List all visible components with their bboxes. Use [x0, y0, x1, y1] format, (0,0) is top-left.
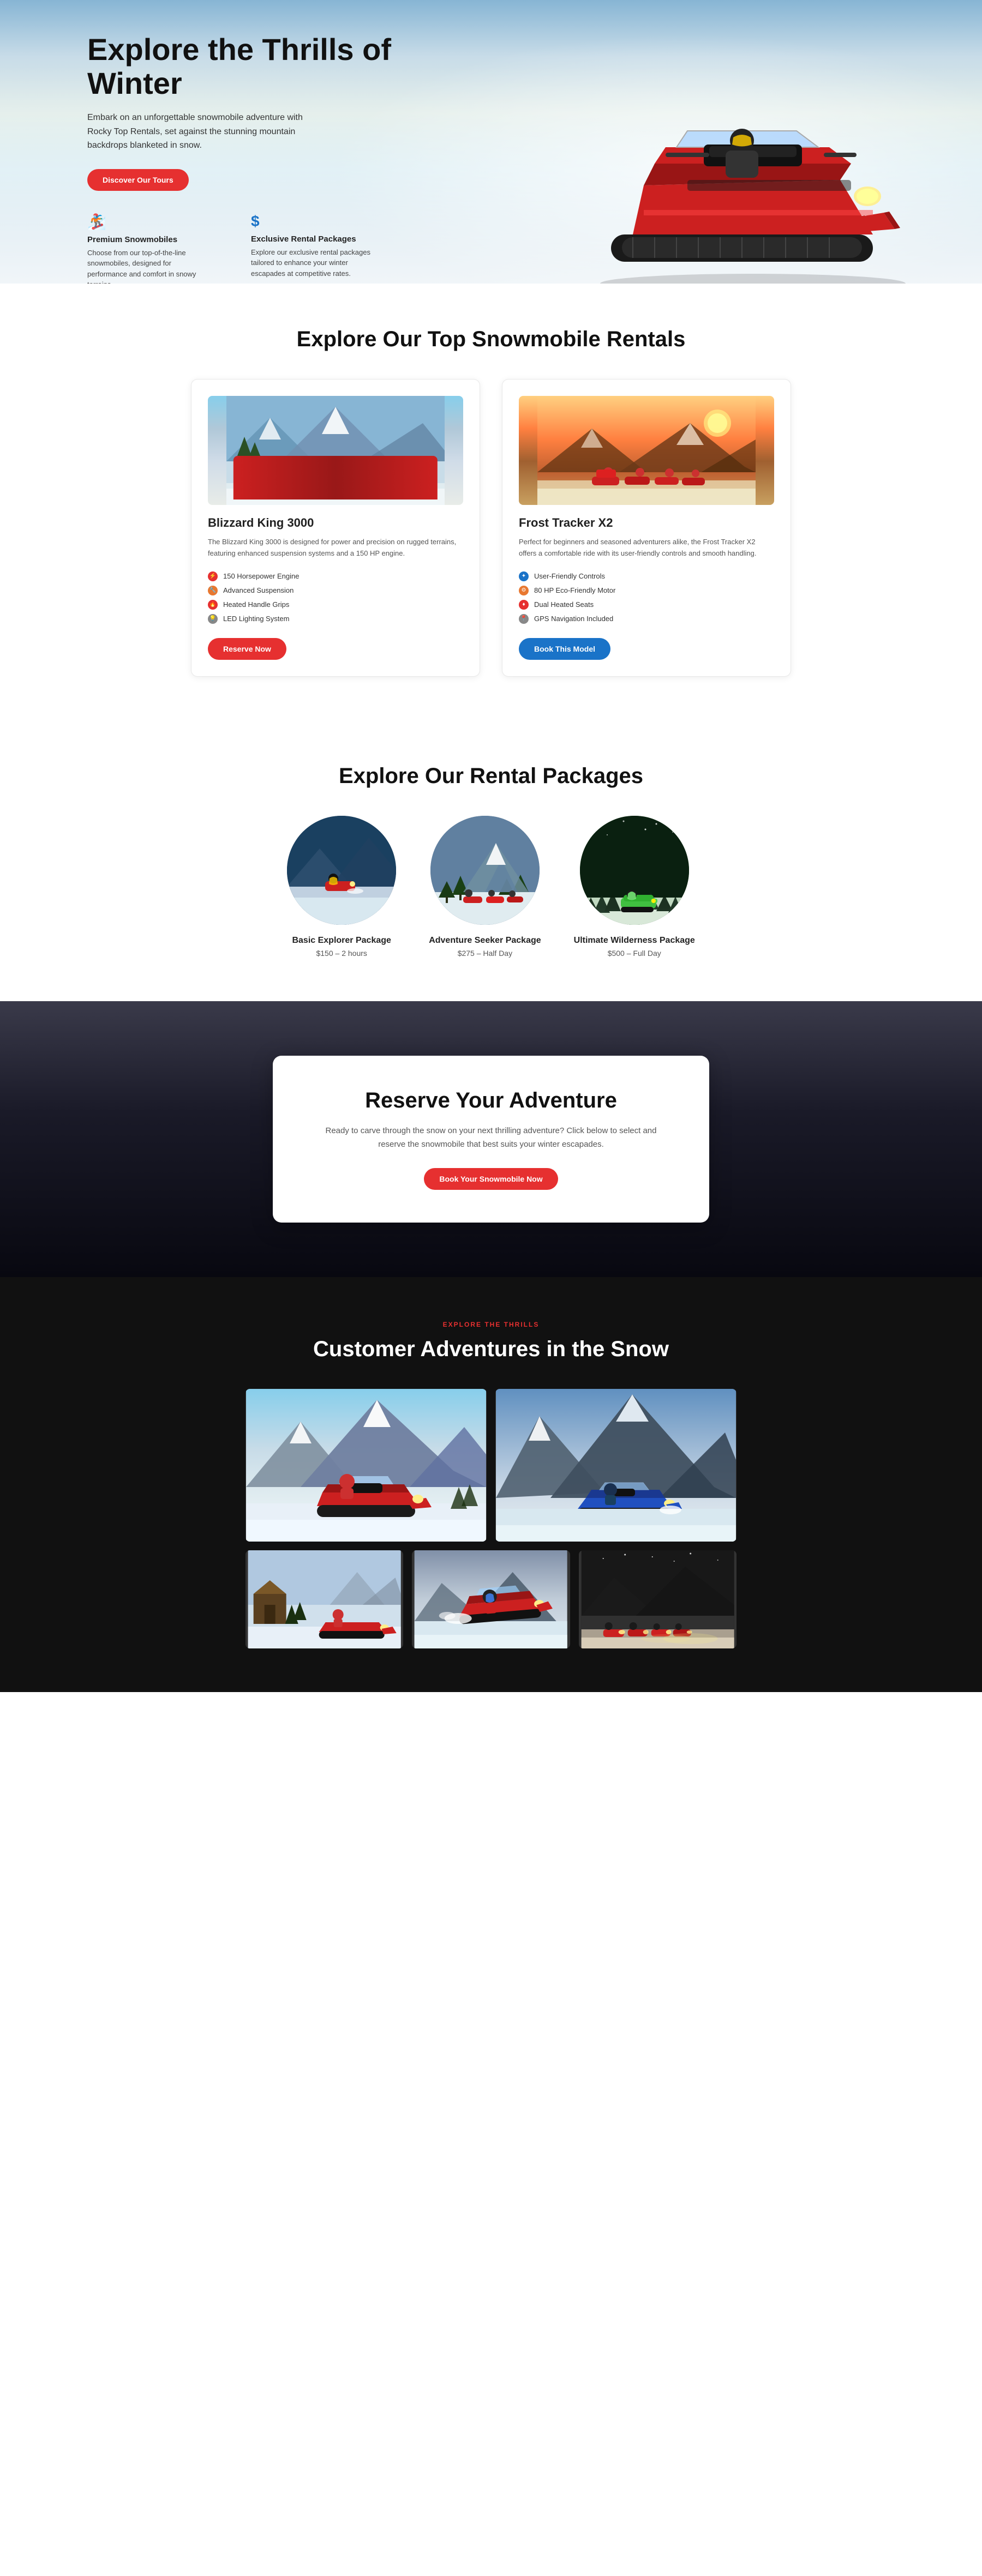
feature-grips: 🔥 Heated Handle Grips [208, 598, 463, 612]
hero-left-content: Explore the Thrills of Winter Embark on … [87, 33, 415, 284]
feature2-title: Exclusive Rental Packages [251, 234, 371, 244]
basic-package-image [287, 816, 396, 925]
adventure-image-3 [246, 1550, 403, 1648]
blizzard-king-features: ⚡ 150 Horsepower Engine 🔧 Advanced Suspe… [208, 569, 463, 626]
feature2-desc: Explore our exclusive rental packages ta… [251, 247, 371, 279]
ultimate-package-price: $500 – Full Day [574, 949, 695, 958]
adventures-section: EXPLORE THE THRILLS Customer Adventures … [0, 1277, 982, 1692]
rentals-grid: Blizzard King 3000 The Blizzard King 300… [191, 379, 791, 677]
adventures-title: Customer Adventures in the Snow [87, 1337, 895, 1362]
reserve-now-button[interactable]: Reserve Now [208, 638, 286, 660]
hero-text-block: Explore the Thrills of Winter Embark on … [87, 33, 415, 191]
feature-suspension: 🔧 Advanced Suspension [208, 583, 463, 598]
frost-tracker-title: Frost Tracker X2 [519, 516, 774, 530]
feature-led-label: LED Lighting System [223, 615, 289, 623]
feature-motor-label: 80 HP Eco-Friendly Motor [534, 586, 615, 594]
ultimate-package-image [580, 816, 689, 925]
feature1-desc: Choose from our top-of-the-line snowmobi… [87, 248, 207, 284]
ultimate-package-name: Ultimate Wilderness Package [574, 936, 695, 946]
feature-seats: ♦ Dual Heated Seats [519, 598, 774, 612]
rental-card-blizzard: Blizzard King 3000 The Blizzard King 300… [191, 379, 480, 677]
rentals-section: Explore Our Top Snowmobile Rentals [0, 284, 982, 720]
blizzard-king-image [208, 396, 463, 505]
package-adventure: Adventure Seeker Package $275 – Half Day [429, 816, 541, 958]
feature-gps-label: GPS Navigation Included [534, 615, 613, 623]
blizzard-king-title: Blizzard King 3000 [208, 516, 463, 530]
adventure-image-5 [579, 1550, 736, 1648]
led-icon: 💡 [208, 614, 218, 624]
adventures-tag: EXPLORE THE THRILLS [87, 1321, 895, 1328]
reserve-section: Reserve Your Adventure Ready to carve th… [0, 1001, 982, 1277]
package-ultimate: Ultimate Wilderness Package $500 – Full … [574, 816, 695, 958]
reserve-desc: Ready to carve through the snow on your … [316, 1124, 666, 1152]
feature-suspension-label: Advanced Suspension [223, 586, 294, 594]
book-snowmobile-button[interactable]: Book Your Snowmobile Now [424, 1168, 558, 1190]
adventure-image-4 [412, 1550, 570, 1648]
grips-icon: 🔥 [208, 600, 218, 610]
seats-icon: ♦ [519, 600, 529, 610]
feature-led: 💡 LED Lighting System [208, 612, 463, 626]
hero-title: Explore the Thrills of Winter [87, 33, 415, 100]
reserve-card: Reserve Your Adventure Ready to carve th… [273, 1056, 709, 1223]
adventure-image-2 [495, 1389, 736, 1542]
snowboard-icon: 🏂 [87, 213, 207, 231]
adventures-top-row [246, 1389, 736, 1542]
rental-card-frost: Frost Tracker X2 Perfect for beginners a… [502, 379, 791, 677]
feature-gps: 📍 GPS Navigation Included [519, 612, 774, 626]
packages-grid: Basic Explorer Package $150 – 2 hours [87, 816, 895, 958]
feature-controls: ✦ User-Friendly Controls [519, 569, 774, 583]
hero-features: 🏂 Premium Snowmobiles Choose from our to… [87, 213, 415, 284]
feature-horsepower: ⚡ 150 Horsepower Engine [208, 569, 463, 583]
adventures-bottom-row [246, 1550, 736, 1648]
basic-package-price: $150 – 2 hours [287, 949, 396, 958]
dollar-icon: $ [251, 213, 371, 230]
rentals-title: Explore Our Top Snowmobile Rentals [87, 327, 895, 352]
hero-feature-premium: 🏂 Premium Snowmobiles Choose from our to… [87, 213, 207, 284]
basic-package-name: Basic Explorer Package [287, 936, 396, 946]
feature-seats-label: Dual Heated Seats [534, 600, 594, 609]
gps-icon: 📍 [519, 614, 529, 624]
frost-tracker-features: ✦ User-Friendly Controls ⚙ 80 HP Eco-Fri… [519, 569, 774, 626]
adventure-image-1 [246, 1389, 487, 1542]
motor-icon: ⚙ [519, 586, 529, 595]
feature-horsepower-label: 150 Horsepower Engine [223, 572, 299, 580]
packages-section: Explore Our Rental Packages [0, 720, 982, 1001]
frost-tracker-image [519, 396, 774, 505]
adventure-package-image [430, 816, 540, 925]
hero-section: Explore the Thrills of Winter Embark on … [0, 0, 982, 284]
package-basic: Basic Explorer Package $150 – 2 hours [287, 816, 396, 958]
feature-motor: ⚙ 80 HP Eco-Friendly Motor [519, 583, 774, 598]
reserve-title: Reserve Your Adventure [316, 1088, 666, 1113]
discover-tours-button[interactable]: Discover Our Tours [87, 169, 189, 191]
feature1-title: Premium Snowmobiles [87, 235, 207, 244]
hero-subtitle: Embark on an unforgettable snowmobile ad… [87, 111, 316, 153]
feature-controls-label: User-Friendly Controls [534, 572, 605, 580]
hero-snowmobile-image [567, 109, 938, 284]
controls-icon: ✦ [519, 571, 529, 581]
feature-grips-label: Heated Handle Grips [223, 600, 289, 609]
horsepower-icon: ⚡ [208, 571, 218, 581]
adventure-package-price: $275 – Half Day [429, 949, 541, 958]
book-model-button[interactable]: Book This Model [519, 638, 610, 660]
blizzard-king-desc: The Blizzard King 3000 is designed for p… [208, 537, 463, 559]
frost-tracker-desc: Perfect for beginners and seasoned adven… [519, 537, 774, 559]
suspension-icon: 🔧 [208, 586, 218, 595]
packages-title: Explore Our Rental Packages [87, 764, 895, 789]
hero-feature-rental: $ Exclusive Rental Packages Explore our … [251, 213, 371, 284]
adventure-package-name: Adventure Seeker Package [429, 936, 541, 946]
